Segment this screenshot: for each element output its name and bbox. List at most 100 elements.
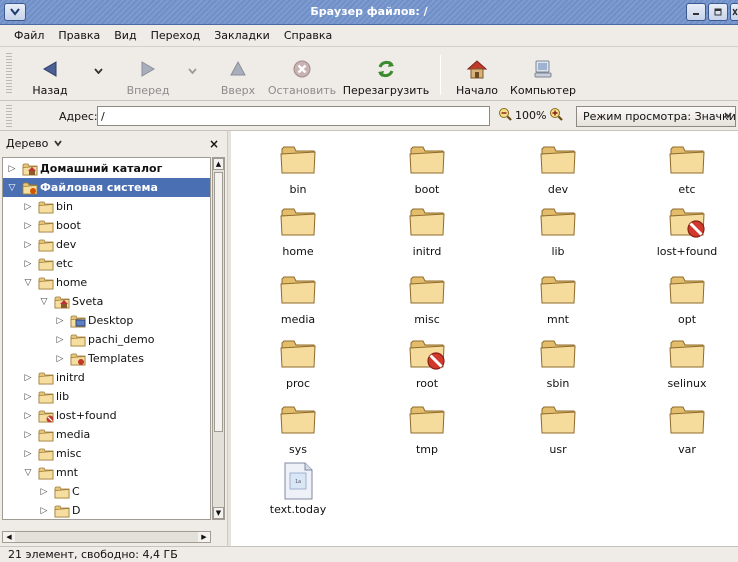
scroll-thumb[interactable] [214,172,223,432]
address-input[interactable]: / [97,106,490,126]
tree-node[interactable]: ▷ dev [3,235,210,254]
tree-node[interactable]: ▷ boot [3,216,210,235]
tree-node[interactable]: ▷ Desktop [3,311,210,330]
svg-text:1a: 1a [295,479,301,485]
file-item[interactable]: lost+found [637,201,737,258]
tree-node[interactable]: ▷ D [3,501,210,519]
collapse-toggle-icon[interactable]: ▽ [22,468,34,478]
menu-go[interactable]: Переход [151,29,201,42]
tree-node[interactable]: ▷ Домашний каталог [3,159,210,178]
stop-button[interactable]: Остановить [262,53,342,97]
tree-node[interactable]: ▷ media [3,425,210,444]
tree-node[interactable]: ▷ bin [3,197,210,216]
scroll-up-arrow[interactable]: ▲ [213,158,224,170]
tree-node[interactable]: ▷ lost+found [3,406,210,425]
file-item[interactable]: var [637,399,737,456]
sidebar-panel-select[interactable]: Дерево [6,137,62,150]
back-arrow-icon [43,61,57,77]
expand-toggle-icon[interactable]: ▷ [22,373,34,383]
file-item[interactable]: misc [377,269,477,326]
expand-toggle-icon[interactable]: ▷ [54,316,66,326]
toolbar-grip[interactable] [6,53,12,95]
tree-node[interactable]: ▷ lib [3,387,210,406]
tree-node-label: boot [56,219,81,232]
file-item[interactable]: selinux [637,333,737,390]
file-item[interactable]: boot [377,139,477,196]
sidebar-close-button[interactable]: × [209,137,219,151]
scroll-down-arrow[interactable]: ▼ [213,507,224,519]
expand-toggle-icon[interactable]: ▷ [22,430,34,440]
file-item[interactable]: sbin [508,333,608,390]
forward-button[interactable]: Вперед [120,53,176,97]
up-button[interactable]: Вверх [218,53,258,97]
collapse-toggle-icon[interactable]: ▽ [22,278,34,288]
tree-horizontal-scrollbar[interactable]: ◀ ▶ [2,531,211,543]
file-item[interactable]: usr [508,399,608,456]
file-item[interactable]: bin [248,139,348,196]
expand-toggle-icon[interactable]: ▷ [22,202,34,212]
zoom-out-button[interactable] [498,107,512,124]
tree-node[interactable]: ▽ home [3,273,210,292]
expand-toggle-icon[interactable]: ▷ [38,487,50,497]
tree-node[interactable]: ▷ initrd [3,368,210,387]
computer-button[interactable]: Компьютер [510,53,576,97]
reload-button[interactable]: Перезагрузить [343,53,429,97]
maximize-button[interactable] [708,3,728,21]
collapse-toggle-icon[interactable]: ▽ [6,183,18,193]
back-history-dropdown[interactable] [94,67,103,77]
tree-node[interactable]: ▷ pachi_demo [3,330,210,349]
tree-node[interactable]: ▷ etc [3,254,210,273]
file-item[interactable]: opt [637,269,737,326]
tree-node[interactable]: ▽ Файловая система [3,178,210,197]
scroll-left-arrow[interactable]: ◀ [3,532,15,542]
location-bar-grip[interactable] [6,105,12,127]
expand-toggle-icon[interactable]: ▷ [54,354,66,364]
file-item[interactable]: mnt [508,269,608,326]
tree-node[interactable]: ▷ misc [3,444,210,463]
file-item[interactable]: tmp [377,399,477,456]
menu-help[interactable]: Справка [284,29,332,42]
file-item[interactable]: 1a text.today [248,459,348,516]
home-button[interactable]: Начало [452,53,502,97]
file-icon-view[interactable]: bin boot dev etc home initrd lib lost+fo… [231,131,738,546]
tree-node[interactable]: ▽ mnt [3,463,210,482]
expand-toggle-icon[interactable]: ▷ [22,392,34,402]
expand-toggle-icon[interactable]: ▷ [22,240,34,250]
expand-toggle-icon[interactable]: ▷ [22,259,34,269]
view-mode-select[interactable]: Режим просмотра: Значки [576,106,736,127]
tree-node[interactable]: ▷ C [3,482,210,501]
collapse-toggle-icon[interactable]: ▽ [38,297,50,307]
expand-toggle-icon[interactable]: ▷ [22,411,34,421]
minimize-button[interactable] [686,3,706,21]
expand-toggle-icon[interactable]: ▷ [38,506,50,516]
file-item[interactable]: initrd [377,201,477,258]
expand-toggle-icon[interactable]: ▷ [22,221,34,231]
close-button[interactable] [730,3,738,21]
tree-view[interactable]: ▷ Домашний каталог ▽ Файловая система ▷ bi… [2,157,211,520]
file-item[interactable]: dev [508,139,608,196]
zoom-level[interactable]: 100% [515,109,546,122]
tree-node[interactable]: ▽ Sveta [3,292,210,311]
menu-file[interactable]: Файл [14,29,44,42]
file-item-label: lost+found [656,245,718,258]
file-item[interactable]: media [248,269,348,326]
title-bar[interactable]: Браузер файлов: / [0,0,738,25]
file-item[interactable]: root [377,333,477,390]
file-item[interactable]: sys [248,399,348,456]
scroll-right-arrow[interactable]: ▶ [198,532,210,542]
tree-node[interactable]: ▷ Templates [3,349,210,368]
back-button[interactable]: Назад [26,53,74,97]
menu-bookmarks[interactable]: Закладки [214,29,270,42]
file-item[interactable]: home [248,201,348,258]
forward-history-dropdown[interactable] [188,67,197,77]
menu-edit[interactable]: Правка [58,29,100,42]
expand-toggle-icon[interactable]: ▷ [6,164,18,174]
expand-toggle-icon[interactable]: ▷ [54,335,66,345]
zoom-in-button[interactable] [549,107,564,124]
tree-vertical-scrollbar[interactable]: ▲ ▼ [212,157,225,520]
expand-toggle-icon[interactable]: ▷ [22,449,34,459]
file-item[interactable]: lib [508,201,608,258]
file-item[interactable]: etc [637,139,737,196]
menu-view[interactable]: Вид [114,29,136,42]
file-item[interactable]: proc [248,333,348,390]
